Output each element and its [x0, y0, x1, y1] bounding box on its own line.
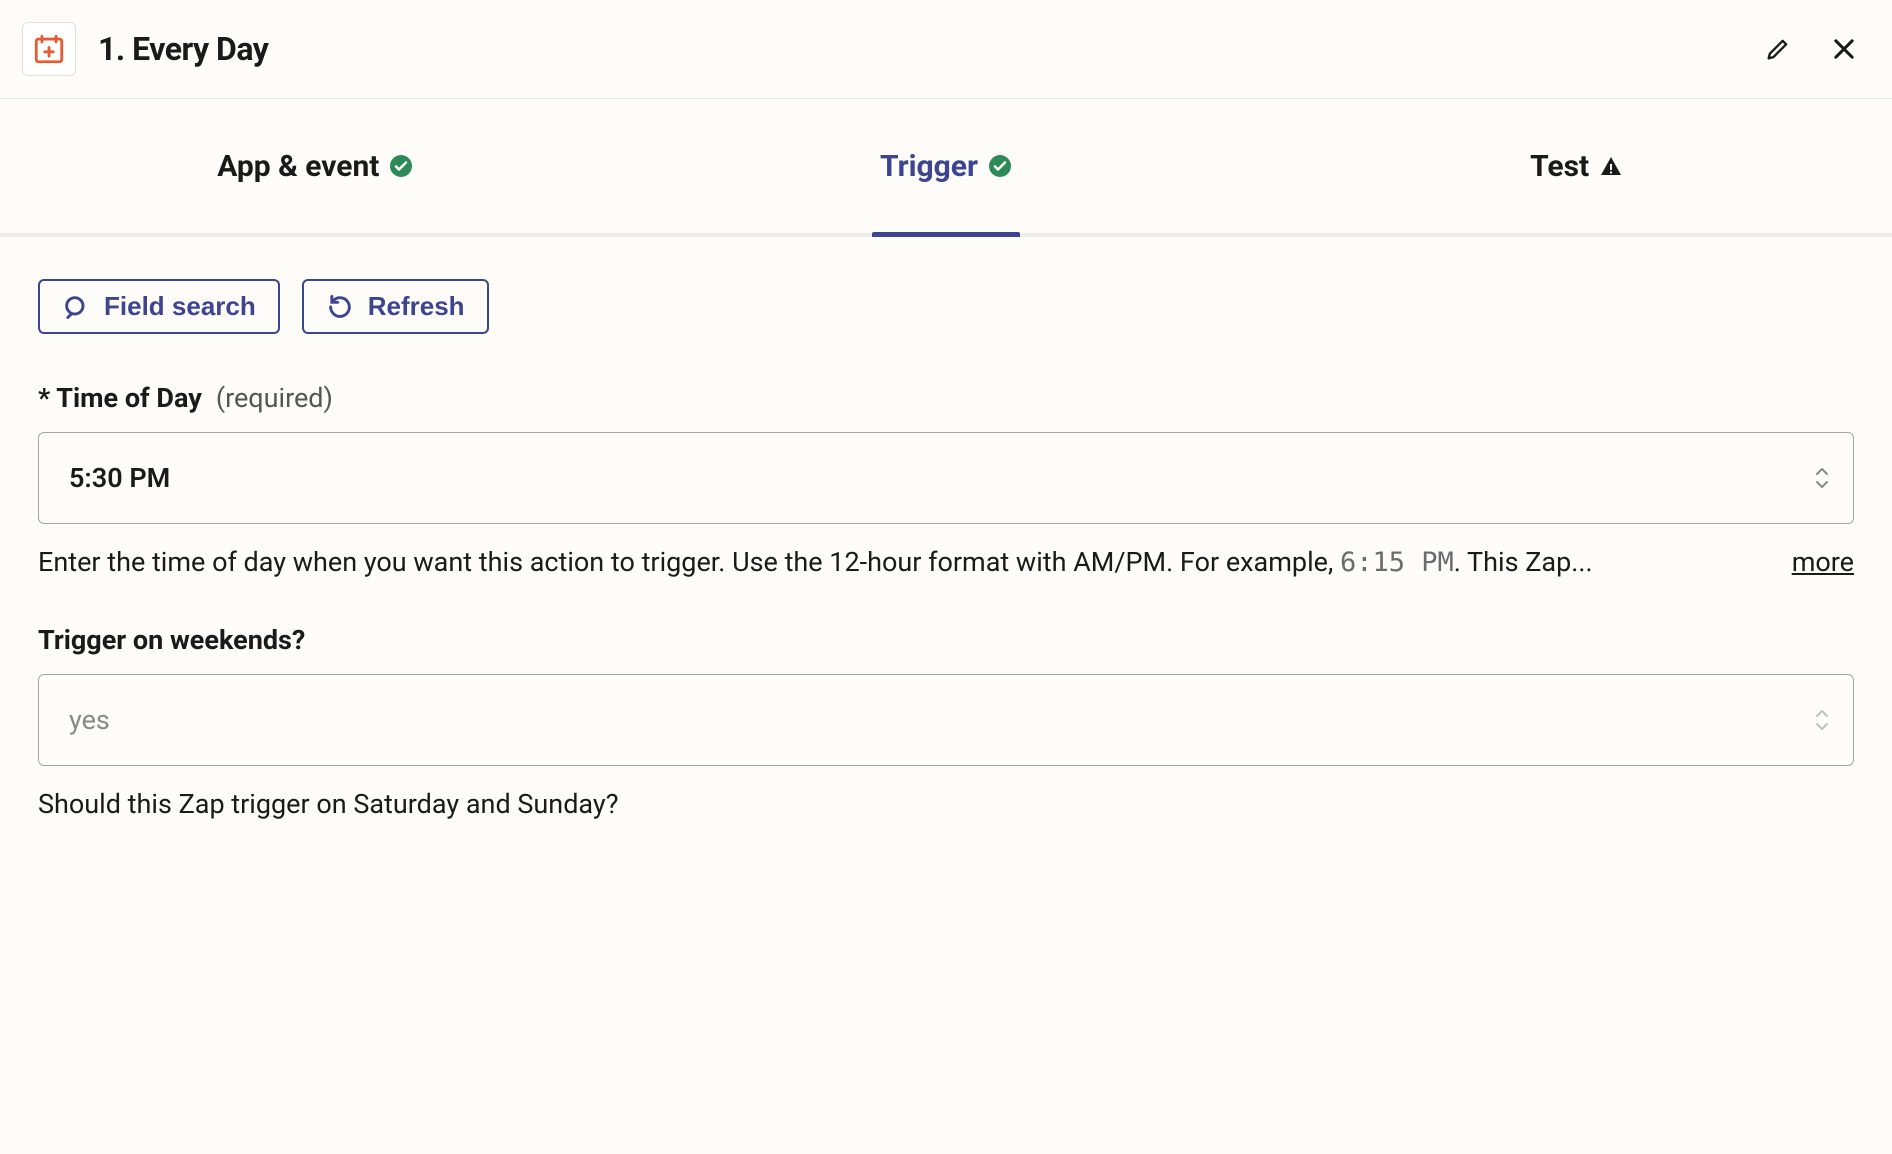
- field-label: *Time of Day: [38, 382, 202, 414]
- header-actions: [1758, 29, 1864, 69]
- check-icon: [389, 154, 413, 178]
- time-of-day-select[interactable]: 5:30 PM: [38, 432, 1854, 524]
- field-help-row: Enter the time of day when you want this…: [38, 542, 1854, 584]
- weekends-select[interactable]: yes: [38, 674, 1854, 766]
- button-label: Refresh: [368, 291, 465, 322]
- chevron-updown-icon: [1813, 466, 1831, 490]
- app-icon-schedule: [22, 22, 76, 76]
- close-button[interactable]: [1824, 29, 1864, 69]
- field-required-text: (required): [216, 382, 333, 414]
- help-post: . This Zap...: [1454, 546, 1593, 578]
- help-code: 6:15 PM: [1340, 547, 1454, 578]
- refresh-button[interactable]: Refresh: [302, 279, 489, 334]
- warning-icon: [1599, 154, 1623, 178]
- tab-label: Trigger: [880, 149, 978, 184]
- field-weekends: Trigger on weekends? yes Should this Zap…: [38, 624, 1854, 825]
- select-value: 5:30 PM: [69, 462, 170, 494]
- step-header: 1. Every Day: [0, 0, 1892, 99]
- header-left: 1. Every Day: [22, 22, 268, 76]
- tab-label: Test: [1530, 149, 1589, 184]
- help-pre: Enter the time of day when you want this…: [38, 546, 1340, 578]
- check-icon: [988, 154, 1012, 178]
- field-time-of-day: *Time of Day (required) 5:30 PM Enter th…: [38, 382, 1854, 584]
- tab-trigger[interactable]: Trigger: [631, 99, 1262, 233]
- field-label-text: Time of Day: [56, 382, 202, 414]
- step-title: 1. Every Day: [98, 30, 268, 68]
- field-help-text: Enter the time of day when you want this…: [38, 542, 1762, 584]
- select-placeholder: yes: [69, 704, 110, 736]
- button-label: Field search: [104, 291, 256, 322]
- tab-test[interactable]: Test: [1261, 99, 1892, 233]
- field-label-row: *Time of Day (required): [38, 382, 1854, 414]
- field-help-row: Should this Zap trigger on Saturday and …: [38, 784, 1854, 825]
- field-label: Trigger on weekends?: [38, 624, 305, 656]
- field-search-button[interactable]: Field search: [38, 279, 280, 334]
- calendar-icon: [32, 32, 66, 66]
- action-buttons-row: Field search Refresh: [38, 279, 1854, 334]
- trigger-content: Field search Refresh *Time of Day (requi…: [0, 237, 1892, 906]
- step-tabs: App & event Trigger Test: [0, 99, 1892, 237]
- edit-button[interactable]: [1758, 29, 1798, 69]
- field-help-text: Should this Zap trigger on Saturday and …: [38, 784, 1854, 825]
- close-icon: [1830, 35, 1858, 63]
- tab-app-event[interactable]: App & event: [0, 99, 631, 233]
- tab-label: App & event: [217, 149, 379, 184]
- more-link[interactable]: more: [1792, 546, 1854, 578]
- pencil-icon: [1764, 35, 1792, 63]
- chevron-updown-icon: [1813, 708, 1831, 732]
- field-label-row: Trigger on weekends?: [38, 624, 1854, 656]
- refresh-icon: [326, 293, 354, 321]
- search-icon: [62, 293, 90, 321]
